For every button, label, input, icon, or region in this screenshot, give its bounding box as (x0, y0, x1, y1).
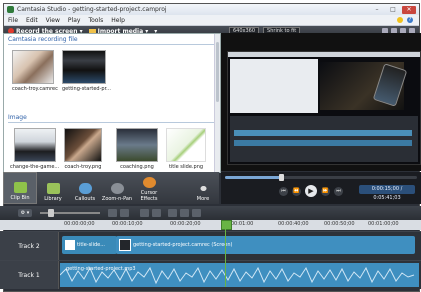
preview-pane (221, 33, 421, 171)
fast-forward-button[interactable]: ⏩ (321, 186, 330, 196)
timeline-clip[interactable]: getting-started-project.camrec (Screen) (116, 236, 415, 254)
timeline-track: Track 1 getting-started-project.mp3 (0, 260, 421, 289)
rewind-button[interactable]: ⏪ (292, 186, 301, 196)
screenshot-track (234, 140, 412, 146)
maximize-button[interactable]: □ (386, 6, 400, 14)
menu-file[interactable]: File (8, 17, 18, 24)
seek-bar[interactable] (225, 174, 417, 181)
screenshot-track (234, 130, 412, 136)
clip-image (13, 128, 56, 162)
zoom-icon (110, 183, 124, 194)
ruler-tick: 00:00:20;00 (170, 221, 201, 227)
clip-image (62, 50, 106, 84)
split-icon[interactable] (120, 209, 129, 217)
close-button[interactable]: ✕ (402, 5, 416, 14)
divider (8, 122, 216, 123)
timeline-toolbar: ⚙ ▾ (0, 206, 421, 220)
scroll-thumb[interactable] (216, 42, 219, 102)
playback-controls: ⏮ ⏪ ▶ ⏩ ⏭ 0:00:15;00 / 0:05:41;03 (221, 172, 421, 204)
marker-icon[interactable] (180, 209, 189, 217)
timeline-track: Track 2 title-slide... getting-started-p… (0, 231, 421, 260)
divider (8, 44, 216, 45)
previous-clip-button[interactable]: ⏮ (279, 186, 288, 196)
clip-image (116, 128, 158, 162)
clip-bin: Camtasia recording file coach-troy.camre… (3, 33, 221, 173)
seek-handle[interactable] (278, 174, 284, 181)
track-label[interactable]: Track 2 (0, 232, 59, 260)
minimize-button[interactable]: – (370, 6, 384, 14)
clip-thumbnail[interactable]: coach-troy.camrec (12, 50, 58, 92)
zoom-slider-handle[interactable] (48, 209, 54, 217)
title-bar[interactable]: Camtasia Studio - getting-started-projec… (4, 4, 419, 15)
audio-clip-label: getting-started-project.mp3 (66, 266, 136, 272)
ruler-tick: 00:00:50;00 (324, 221, 355, 227)
ruler-tick: 00:00:00;00 (64, 221, 95, 227)
tab-cursor-effects[interactable]: Cursor Effects (133, 172, 165, 204)
clip-image (64, 128, 102, 162)
time-display: 0:00:15;00 / 0:05:41;03 (359, 185, 415, 201)
cut-icon[interactable] (108, 209, 117, 217)
ruler-tick: 00:00:10;00 (112, 221, 143, 227)
video-icon (119, 238, 131, 251)
camtasia-app-icon (7, 6, 14, 13)
task-tabs: Clip Bin Library Callouts Zoom-n-Pan Cur… (3, 172, 219, 204)
clip-caption: title slide.png (168, 164, 204, 170)
film-icon (13, 182, 27, 193)
menu-edit[interactable]: Edit (26, 17, 38, 24)
section-header-image: Image (8, 114, 27, 121)
seek-progress (225, 176, 283, 179)
clip-caption: coach-troy.png (64, 164, 102, 170)
cursor-effects-icon (142, 177, 156, 188)
more-icon (196, 183, 210, 194)
clip-caption: coaching.png (120, 164, 154, 170)
clip-thumbnail[interactable]: coach-troy.png (64, 128, 102, 170)
tab-zoom-n-pan[interactable]: Zoom-n-Pan (101, 172, 133, 204)
paste-icon[interactable] (152, 209, 161, 217)
track-label[interactable]: Track 1 (0, 261, 59, 289)
menu-bar: File Edit View Play Tools Help ? (4, 15, 419, 26)
playhead[interactable] (221, 220, 232, 230)
image-icon (65, 239, 75, 250)
clip-image (166, 128, 206, 162)
ruler-tick: 00:00:40;00 (278, 221, 309, 227)
tab-callouts[interactable]: Callouts (69, 172, 101, 204)
play-button[interactable]: ▶ (305, 185, 317, 197)
quiz-icon[interactable] (192, 209, 201, 217)
menu-help[interactable]: Help (111, 17, 125, 24)
screenshot-titlebar (228, 52, 420, 57)
lightbulb-icon[interactable] (397, 17, 403, 23)
copy-icon[interactable] (140, 209, 149, 217)
audio-clip[interactable]: getting-started-project.mp3 (60, 263, 419, 287)
next-clip-button[interactable]: ⏭ (334, 186, 343, 196)
ruler-tick: 00:01:00;00 (368, 221, 399, 227)
clip-caption: change-the-game... (10, 164, 60, 170)
section-header-recording: Camtasia recording file (8, 36, 78, 43)
bin-scrollbar[interactable] (214, 34, 220, 172)
clip-thumbnail[interactable]: title slide.png (166, 128, 206, 170)
clip-caption: getting-started-pr... (62, 86, 111, 92)
library-icon (46, 183, 60, 194)
clip-thumbnail[interactable]: getting-started-pr... (62, 50, 111, 92)
tab-more[interactable]: More (187, 172, 219, 204)
clip-caption: coach-troy.camrec (12, 86, 58, 92)
screenshot-timeline (230, 116, 418, 162)
tab-clip-bin[interactable]: Clip Bin (3, 172, 37, 204)
timeline-ruler[interactable]: 00:00:00;00 00:00:10;00 00:00:20;00 0:00… (0, 220, 421, 230)
clip-image (12, 50, 54, 84)
tab-library[interactable]: Library (37, 172, 69, 204)
video-canvas[interactable] (227, 51, 421, 165)
split-clip-icon[interactable] (168, 209, 177, 217)
clip-thumbnail[interactable]: change-the-game... (10, 128, 59, 170)
playhead-line (225, 229, 226, 287)
menu-view[interactable]: View (46, 17, 60, 24)
window-title: Camtasia Studio - getting-started-projec… (17, 6, 167, 13)
menu-tools[interactable]: Tools (88, 17, 103, 24)
timeline-settings-button[interactable]: ⚙ ▾ (18, 209, 32, 217)
timeline-clip[interactable]: title-slide... (62, 236, 117, 254)
clip-thumbnail[interactable]: coaching.png (116, 128, 158, 170)
callout-icon (78, 183, 92, 194)
screenshot-clip-bin (230, 59, 318, 113)
help-icon[interactable]: ? (407, 17, 413, 23)
menu-play[interactable]: Play (68, 17, 81, 24)
